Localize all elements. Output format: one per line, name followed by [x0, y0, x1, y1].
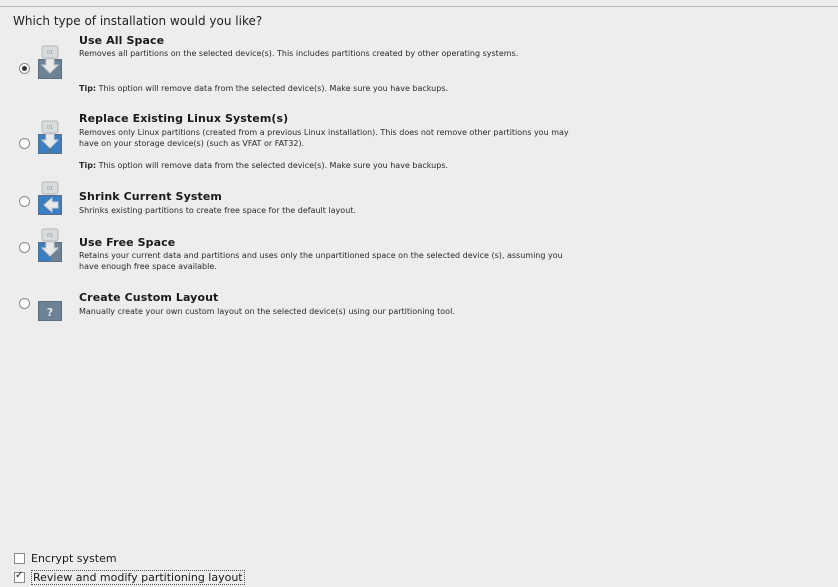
- option-shrink-system[interactable]: 01 Shrink Current System Shrinks existin…: [0, 181, 838, 226]
- option-description: Removes all partitions on the selected d…: [79, 49, 519, 58]
- installation-type-panel: Which type of installation would you lik…: [0, 6, 838, 587]
- option-title: Replace Existing Linux System(s): [79, 112, 289, 125]
- encrypt-system-label: Encrypt system: [31, 552, 117, 565]
- option-title: Use Free Space: [79, 236, 176, 249]
- svg-text:01: 01: [47, 186, 53, 192]
- option-use-all-space[interactable]: 01 Use All Space Removes all partitions …: [0, 33, 838, 99]
- page-question: Which type of installation would you lik…: [13, 14, 263, 28]
- option-custom-layout[interactable]: ? Create Custom Layout Manually create y…: [0, 284, 838, 324]
- option-title: Use All Space: [79, 34, 165, 47]
- option-tip: Tip: This option will remove data from t…: [79, 161, 449, 170]
- encrypt-system-checkbox[interactable]: Encrypt system: [14, 552, 117, 565]
- disk-remove-all-icon: 01: [38, 45, 62, 79]
- option-use-free-space[interactable]: 01 Use Free Space Retains your current d…: [0, 228, 838, 277]
- option-tip: Tip: This option will remove data from t…: [79, 84, 449, 93]
- disk-free-space-icon: 01: [38, 228, 62, 262]
- review-partitioning-label: Review and modify partitioning layout: [31, 570, 245, 585]
- radio-custom-layout[interactable]: [19, 298, 30, 309]
- disk-shrink-icon: 01: [38, 181, 62, 215]
- option-title: Shrink Current System: [79, 190, 222, 203]
- radio-use-all-space[interactable]: [19, 63, 30, 74]
- review-partitioning-box[interactable]: [14, 570, 25, 583]
- svg-text:01: 01: [47, 125, 53, 131]
- disk-replace-linux-icon: 01: [38, 120, 62, 154]
- review-partitioning-checkbox[interactable]: Review and modify partitioning layout: [14, 570, 245, 585]
- svg-text:01: 01: [47, 50, 53, 56]
- radio-shrink-system[interactable]: [19, 196, 30, 207]
- option-description: Retains your current data and partitions…: [79, 251, 563, 271]
- svg-text:01: 01: [47, 233, 53, 239]
- encrypt-system-box[interactable]: [14, 553, 25, 564]
- radio-replace-linux[interactable]: [19, 138, 30, 149]
- radio-use-free-space[interactable]: [19, 242, 30, 253]
- option-title: Create Custom Layout: [79, 291, 219, 304]
- option-replace-linux[interactable]: 01 Replace Existing Linux System(s) Remo…: [0, 108, 838, 174]
- disk-custom-layout-icon: ?: [38, 301, 62, 321]
- svg-text:?: ?: [47, 306, 53, 319]
- option-description: Manually create your own custom layout o…: [79, 307, 455, 316]
- option-description: Shrinks existing partitions to create fr…: [79, 206, 356, 215]
- option-description: Removes only Linux partitions (created f…: [79, 128, 569, 148]
